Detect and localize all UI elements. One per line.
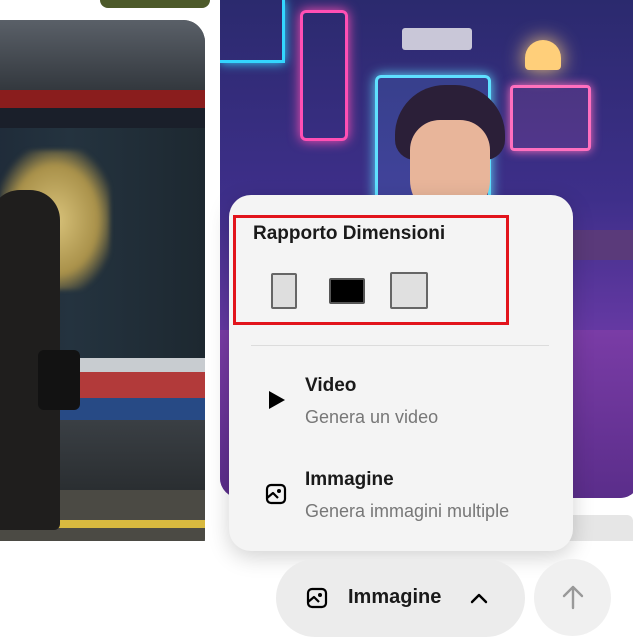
menu-item-title: Video (305, 375, 357, 396)
menu-item-subtitle: Genera immagini multiple (305, 501, 510, 521)
aspect-ratio-title: Rapporto Dimensioni (253, 223, 446, 244)
play-icon (269, 391, 285, 409)
mode-selector-button[interactable]: Immagine (276, 559, 525, 637)
generation-options-popup: Rapporto Dimensioni Video Genera un vide… (229, 195, 573, 551)
image-icon (265, 483, 287, 505)
menu-item-title: Immagine (305, 469, 394, 490)
top-image-edge (100, 0, 210, 8)
menu-item-video[interactable]: Video Genera un video (229, 365, 573, 445)
menu-item-subtitle: Genera un video (305, 407, 439, 427)
chevron-up-icon (470, 593, 488, 604)
menu-item-image[interactable]: Immagine Genera immagini multiple (229, 459, 573, 539)
arrow-up-icon (562, 585, 584, 610)
mode-label: Immagine (348, 586, 442, 608)
portrait-ratio-icon[interactable] (271, 273, 297, 309)
menu-divider (251, 345, 549, 346)
square-ratio-icon[interactable] (390, 272, 428, 309)
train-platform-image[interactable] (0, 20, 205, 560)
landscape-ratio-icon[interactable] (329, 278, 365, 304)
send-button[interactable] (534, 559, 611, 636)
image-icon (306, 587, 328, 609)
